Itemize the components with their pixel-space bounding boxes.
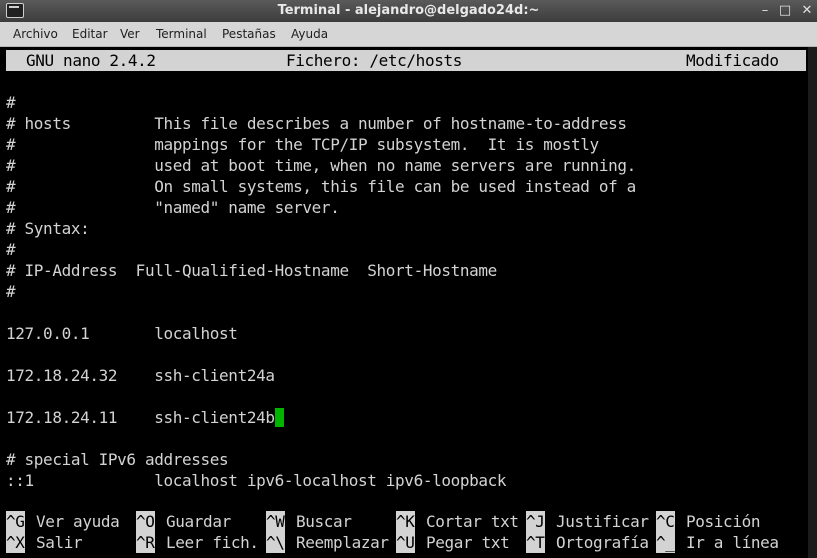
window-title: Terminal - alejandro@delgado24d:~: [277, 3, 540, 18]
shortcut-key-search[interactable]: ^W: [266, 511, 285, 532]
shortcut-label-search: Buscar: [296, 512, 352, 531]
shortcut-label-replace: Reemplazar: [296, 533, 389, 552]
close-button[interactable]: ✕: [797, 0, 817, 22]
nano-version: GNU nano 2.4.2: [26, 51, 156, 70]
shortcut-label-justify: Justificar: [556, 512, 649, 531]
file-line: ::1 localhost ipv6-localhost ipv6-loopba…: [6, 471, 507, 490]
file-line: # Syntax:: [6, 219, 90, 238]
shortcut-key-paste[interactable]: ^U: [396, 532, 415, 553]
file-line: #: [6, 93, 16, 112]
shortcut-label-save: Guardar: [166, 512, 231, 531]
file-line: # IP-Address Full-Qualified-Hostname Sho…: [6, 261, 497, 280]
shortcut-key-goto-line[interactable]: ^_: [656, 532, 675, 553]
nano-status: Modificado: [686, 51, 779, 70]
menu-terminal[interactable]: Terminal: [156, 22, 207, 47]
nano-header: GNU nano 2.4.2 Fichero: /etc/hosts Modif…: [6, 50, 806, 71]
file-line: 127.0.0.1 localhost: [6, 324, 238, 343]
file-line: # mappings for the TCP/IP subsystem. It …: [6, 135, 599, 154]
terminal-area[interactable]: GNU nano 2.4.2 Fichero: /etc/hosts Modif…: [0, 47, 817, 558]
shortcut-label-spell: Ortografía: [556, 533, 649, 552]
shortcut-label-help: Ver ayuda: [36, 512, 120, 531]
menu-ayuda[interactable]: Ayuda: [291, 22, 328, 47]
terminal-window: Terminal - alejandro@delgado24d:~ – □ ✕ …: [0, 0, 817, 558]
shortcut-label-goto-line: Ir a línea: [686, 533, 779, 552]
shortcut-key-exit[interactable]: ^X: [6, 532, 25, 553]
menu-archivo[interactable]: Archivo: [13, 22, 58, 47]
menu-pestanas[interactable]: Pestañas: [222, 22, 276, 47]
shortcut-label-paste: Pegar txt: [426, 533, 510, 552]
nano-filename: Fichero: /etc/hosts: [286, 51, 462, 70]
menu-bar: Archivo Editar Ver Terminal Pestañas Ayu…: [0, 22, 817, 47]
shortcut-key-help[interactable]: ^G: [6, 511, 25, 532]
file-line: # "named" name server.: [6, 198, 340, 217]
menu-editar[interactable]: Editar: [72, 22, 108, 47]
shortcut-key-position[interactable]: ^C: [656, 511, 675, 532]
shortcut-key-spell[interactable]: ^T: [526, 532, 545, 553]
file-line: # special IPv6 addresses: [6, 450, 229, 469]
file-line: 172.18.24.32 ssh-client24a: [6, 366, 275, 385]
shortcut-key-cut[interactable]: ^K: [396, 511, 415, 532]
file-line-current: 172.18.24.11 ssh-client24b: [6, 407, 284, 428]
file-line: # used at boot time, when no name server…: [6, 156, 636, 175]
title-bar[interactable]: Terminal - alejandro@delgado24d:~ – □ ✕: [0, 0, 817, 22]
maximize-button[interactable]: □: [775, 0, 795, 22]
text-cursor: [274, 408, 284, 427]
terminal-scrollbar[interactable]: [808, 47, 817, 558]
shortcut-key-justify[interactable]: ^J: [526, 511, 545, 532]
shortcut-key-save[interactable]: ^O: [136, 511, 155, 532]
shortcut-key-read-file[interactable]: ^R: [136, 532, 155, 553]
shortcut-label-exit: Salir: [36, 533, 83, 552]
shortcut-label-position: Posición: [686, 512, 761, 531]
file-line: #: [6, 240, 16, 259]
file-line: # hosts This file describes a number of …: [6, 114, 627, 133]
file-line: #: [6, 282, 16, 301]
minimize-button[interactable]: –: [755, 0, 775, 22]
menu-ver[interactable]: Ver: [120, 22, 140, 47]
shortcut-key-replace[interactable]: ^\: [266, 532, 285, 553]
current-line-text: 172.18.24.11 ssh-client24b: [6, 408, 275, 427]
file-line: # On small systems, this file can be use…: [6, 177, 636, 196]
shortcut-label-read-file: Leer fich.: [166, 533, 259, 552]
shortcut-label-cut: Cortar txt: [426, 512, 519, 531]
